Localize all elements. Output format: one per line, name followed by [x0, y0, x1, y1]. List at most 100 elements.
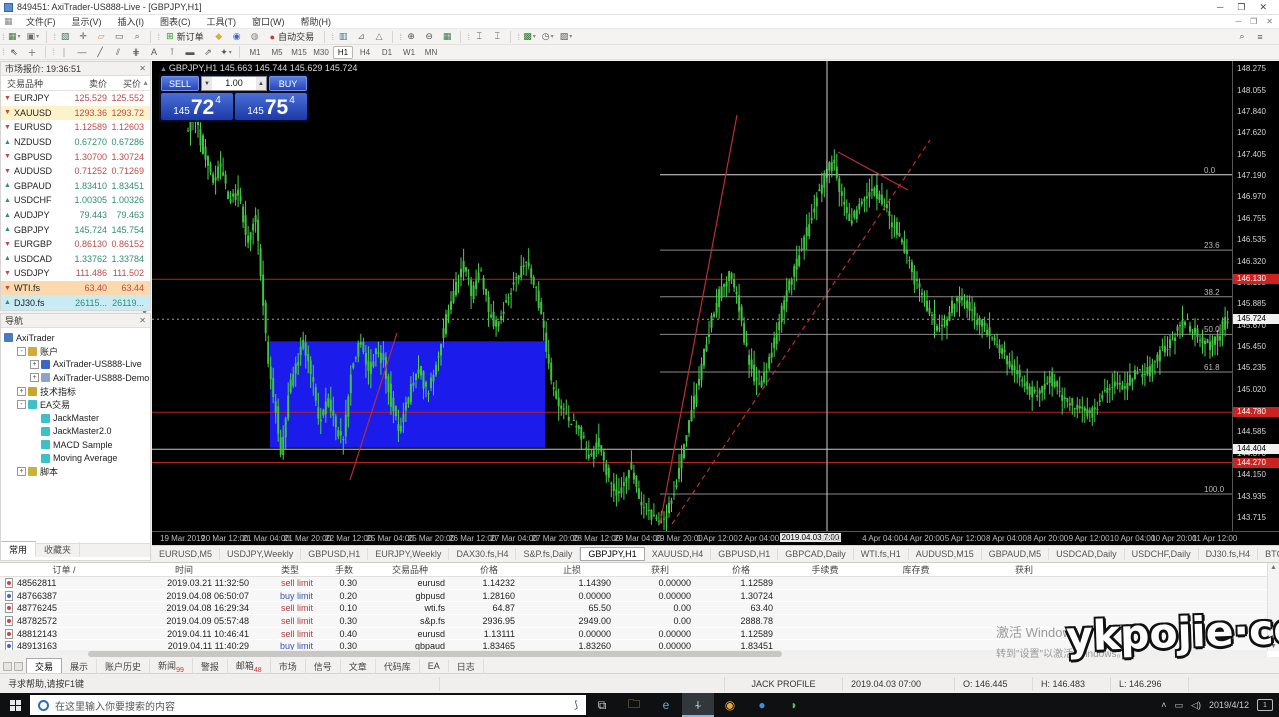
chart-tab[interactable]: GBPAUD,M5: [982, 547, 1050, 560]
navigator-tree-item[interactable]: - 账户: [4, 344, 150, 357]
chrome-icon[interactable]: ◉: [714, 693, 746, 717]
chart-tab[interactable]: GBPCAD,Daily: [778, 547, 854, 560]
orders-column-header[interactable]: 价格: [454, 563, 524, 576]
menu-item[interactable]: 窗口(W): [244, 15, 293, 28]
tile-windows-icon[interactable]: ▦: [439, 30, 455, 44]
shapes-icon[interactable]: ✦ ▾: [218, 45, 234, 59]
dropdown-arrow-icon[interactable]: ▾: [569, 33, 572, 40]
orders-column-header[interactable]: 获利: [964, 563, 1084, 576]
orders-column-header[interactable]: 时间: [110, 563, 258, 576]
microphone-icon[interactable]: ⟆: [574, 700, 578, 711]
terminal-tab-邮箱[interactable]: 邮箱48: [228, 657, 271, 675]
navigator-tree-item[interactable]: JackMaster: [4, 411, 150, 424]
restore-button[interactable]: ❐: [1237, 2, 1245, 13]
navigator-tree-item[interactable]: + AxiTrader-US888-Demo: [4, 371, 150, 384]
periods-icon[interactable]: ◷ ▾: [540, 30, 556, 44]
candlestick-chart[interactable]: [152, 61, 1232, 531]
templates-folder-icon[interactable]: ▱: [93, 30, 109, 44]
bars-icon[interactable]: ⌶: [471, 30, 487, 44]
text-icon[interactable]: A: [146, 45, 162, 59]
autotrading-icon[interactable]: ● 自动交易: [265, 30, 319, 44]
chart-tab[interactable]: USDJPY,Weekly: [220, 547, 302, 560]
terminal-tab-文章[interactable]: 文章: [341, 658, 376, 674]
zoom-box-icon[interactable]: ⌕: [129, 30, 145, 44]
orders-column-header[interactable]: 止损: [524, 563, 620, 576]
zoom-in-icon[interactable]: ⊕: [403, 30, 419, 44]
time-axis[interactable]: 19 Mar 2019 20 Mar 12:00 21 Mar 04:00 21 Ma…: [152, 531, 1279, 545]
scrollbar-thumb[interactable]: [88, 651, 782, 657]
new-order-icon[interactable]: ⊞ 新订单: [161, 30, 209, 44]
menu-item[interactable]: 图表(C): [152, 15, 199, 28]
navigator-tree-item[interactable]: - EA交易: [4, 398, 150, 411]
navigator-tab[interactable]: 常用: [1, 541, 37, 557]
orders-column-header[interactable]: 交易品种: [366, 563, 454, 576]
vertical-line-icon[interactable]: ｜: [56, 45, 72, 59]
clock-date[interactable]: 2019/4/12: [1209, 700, 1249, 710]
internet-explorer-icon[interactable]: e: [650, 693, 682, 717]
orders-column-header[interactable]: 获利: [620, 563, 700, 576]
chart-tab[interactable]: AUDUSD,M15: [909, 547, 982, 560]
market-watch-row[interactable]: ▲ USDCHF 1.00305 1.00326: [1, 193, 150, 208]
sell-price-button[interactable]: 145 72 4: [161, 93, 233, 120]
tray-chevron-icon[interactable]: ˄: [1161, 700, 1166, 710]
navigator-tab[interactable]: 收藏夹: [36, 542, 81, 557]
chart-tab[interactable]: GBPUSD,H1: [301, 547, 369, 560]
column-bid[interactable]: 卖价: [63, 77, 107, 90]
trendline-icon[interactable]: ╱: [92, 45, 108, 59]
cursor-icon[interactable]: ⇖: [6, 45, 22, 59]
market-watch-row[interactable]: ▼ USDJPY 111.486 111.502: [1, 266, 150, 281]
chart-tab[interactable]: USDCHF,Daily: [1125, 547, 1199, 560]
timeframe-d1[interactable]: D1: [377, 46, 397, 59]
video-app-icon[interactable]: ●: [746, 693, 778, 717]
navigator-tree-item[interactable]: AxiTrader: [4, 331, 150, 344]
column-symbol[interactable]: 交易品种: [1, 77, 63, 90]
notification-icon[interactable]: 1: [1257, 699, 1273, 711]
chart-tab[interactable]: DJ30.fs,H4: [1199, 547, 1259, 560]
chart-tab[interactable]: DAX30.fs,H4: [449, 547, 517, 560]
orders-column-header[interactable]: 手数: [322, 563, 366, 576]
terminal-tab-EA[interactable]: EA: [420, 660, 449, 672]
terminal-tab-新闻[interactable]: 新闻99: [150, 657, 193, 675]
quick-access-icon[interactable]: ≡: [1252, 30, 1268, 44]
object-list-icon[interactable]: ⊿: [353, 30, 369, 44]
menu-item[interactable]: 插入(I): [110, 15, 153, 28]
rectangle-icon[interactable]: ▬: [182, 45, 198, 59]
taskbar-search-input[interactable]: 在这里输入你要搜索的内容 ⟆: [30, 695, 586, 715]
market-watch-row[interactable]: ▲ GBPAUD 1.83410 1.83451: [1, 179, 150, 194]
dropdown-arrow-icon[interactable]: ▾: [36, 33, 39, 40]
text-label-icon[interactable]: ⊺: [164, 45, 180, 59]
dropdown-arrow-icon[interactable]: ▾: [229, 49, 232, 56]
close-icon[interactable]: ✕: [139, 64, 146, 73]
chart-window-icon[interactable]: ▭: [111, 30, 127, 44]
period-separators-icon[interactable]: △: [371, 30, 387, 44]
buy-button[interactable]: BUY: [269, 76, 307, 91]
wechat-icon[interactable]: ◗: [778, 693, 810, 717]
chart-tab[interactable]: EURJPY,Weekly: [368, 547, 450, 560]
arrows-icon[interactable]: ⇗: [200, 45, 216, 59]
orders-column-header[interactable]: 价格: [700, 563, 782, 576]
timeframe-m1[interactable]: M1: [245, 46, 265, 59]
chart-tab[interactable]: S&P.fs,Daily: [516, 547, 581, 560]
dropdown-arrow-icon[interactable]: ▾: [18, 33, 21, 40]
market-watch-row[interactable]: ▼ EURJPY 125.529 125.552: [1, 91, 150, 106]
navigator-tree-item[interactable]: + AxiTrader-US888-Live: [4, 358, 150, 371]
mdi-minimize-button[interactable]: ─: [1235, 17, 1241, 26]
chart-mode-icon[interactable]: ▧: [57, 30, 73, 44]
tree-expand-icon[interactable]: +: [17, 467, 26, 477]
volume-decrease-button[interactable]: ▼: [202, 77, 212, 90]
chart-tab[interactable]: WTI.fs,H1: [854, 547, 909, 560]
mdi-close-button[interactable]: ✕: [1266, 17, 1273, 26]
market-watch-row[interactable]: ▲ DJ30.fs 26115... 26119...: [1, 295, 150, 310]
navigator-tree-item[interactable]: JackMaster2.0: [4, 425, 150, 438]
mdi-restore-button[interactable]: ❐: [1250, 17, 1257, 26]
chart-tab[interactable]: USDCAD,Daily: [1049, 547, 1125, 560]
orders-column-header[interactable]: 手续费: [782, 563, 868, 576]
volume-value[interactable]: 1.00: [212, 77, 256, 90]
price-axis[interactable]: 148.275 148.055 147.840 147.620 147.405 147.1…: [1232, 61, 1279, 531]
new-chart-icon[interactable]: ▦ ▾: [6, 30, 23, 44]
task-view-icon[interactable]: ⧉: [586, 693, 618, 717]
template-icon[interactable]: ▨ ▾: [558, 30, 575, 44]
market-watch-row[interactable]: ▲ USDCAD 1.33762 1.33784: [1, 252, 150, 267]
news-icon[interactable]: ◍: [247, 30, 263, 44]
market-watch-row[interactable]: ▼ EURUSD 1.12589 1.12603: [1, 120, 150, 135]
